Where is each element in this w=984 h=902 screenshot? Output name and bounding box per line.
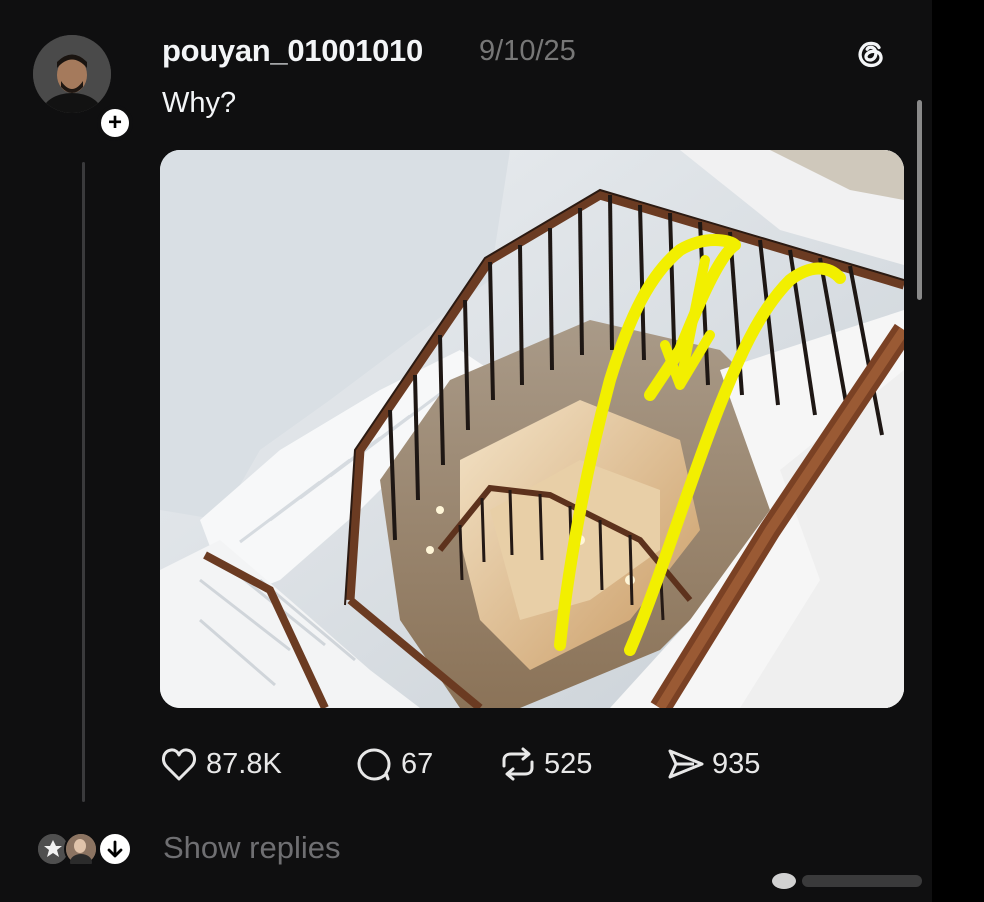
repost-count: 525 [544,747,593,780]
repost-button[interactable]: 525 [498,740,592,788]
reply-avatar-2 [64,832,98,870]
send-icon [666,742,710,786]
comment-button[interactable]: 67 [355,740,433,788]
comment-icon [355,742,399,786]
share-count: 935 [712,747,761,780]
comment-count: 67 [401,747,434,780]
post-caption: Why? [162,87,237,119]
thread-post: + pouyan_01001010 9/10/25 Why? 87.8K 67 … [0,0,967,902]
arrow-down-icon[interactable] [98,832,132,866]
scrollbar[interactable] [917,100,922,300]
post-actions: 87.8K 67 525 935 [160,740,860,788]
author-avatar-group[interactable]: + [33,35,133,141]
right-edge-strip [932,0,984,902]
plus-icon[interactable]: + [97,105,133,141]
heart-icon [160,742,204,786]
share-button[interactable]: 935 [666,740,760,788]
show-replies-label[interactable]: Show replies [163,830,340,866]
post-timestamp: 9/10/25 [479,35,576,67]
avatar[interactable] [33,35,111,113]
post-username[interactable]: pouyan_01001010 [162,33,423,69]
post-media[interactable] [160,150,904,708]
like-button[interactable]: 87.8K [160,740,282,788]
show-replies-row[interactable]: Show replies [36,824,456,872]
thread-line [82,162,85,802]
threads-logo-icon[interactable] [853,36,889,72]
repost-icon [498,742,542,786]
like-count: 87.8K [206,747,282,780]
